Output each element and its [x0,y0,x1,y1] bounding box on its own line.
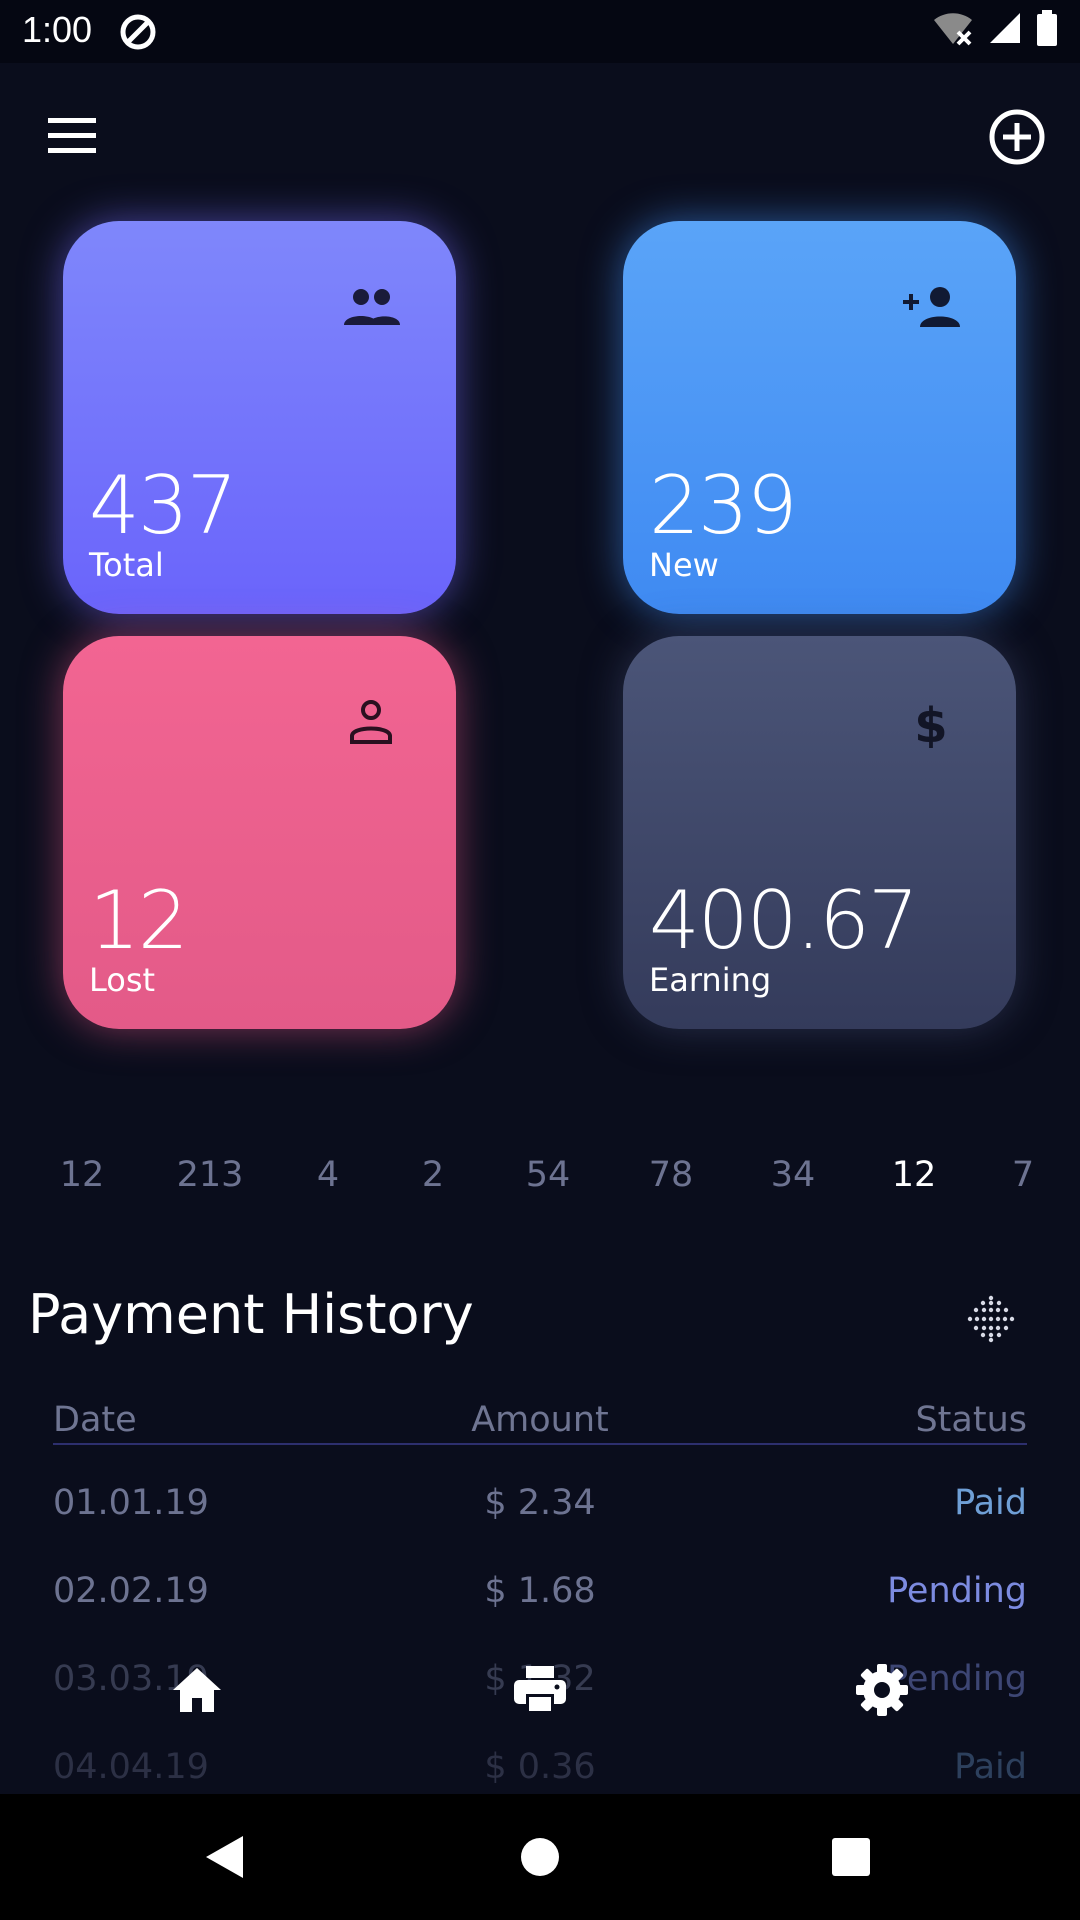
card-value: 400.67 [649,874,919,967]
menu-icon[interactable] [46,112,102,162]
column-header-amount: Amount [471,1400,609,1440]
home-button-icon[interactable] [515,1832,565,1882]
svg-text:$: $ [914,698,947,748]
status-icons [932,10,1058,46]
card-earning[interactable]: $ 400.67 Earning [623,636,1016,1029]
row-date: 04.04.19 [53,1747,209,1787]
table-row[interactable]: 02.02.19 $ 1.68 Pending [53,1533,1027,1621]
home-icon[interactable] [167,1660,227,1720]
person-add-icon [903,287,960,327]
table-header: Date Amount Status [53,1400,1027,1445]
card-label: Lost [89,961,156,999]
number-item[interactable]: 4 [317,1155,339,1195]
bottom-nav [0,1660,1080,1740]
cell-signal-icon [990,13,1020,43]
settings-icon[interactable] [852,1660,912,1720]
number-item[interactable]: 78 [649,1155,694,1195]
row-amount: $ 1.68 [484,1571,596,1611]
column-header-date: Date [53,1400,137,1440]
wifi-off-icon [934,13,972,46]
row-date: 01.01.19 [53,1483,209,1523]
row-amount: $ 2.34 [484,1483,596,1523]
card-label: New [649,546,719,584]
number-item-selected[interactable]: 12 [892,1155,937,1195]
print-icon[interactable] [510,1660,570,1720]
dollar-icon: $ [914,698,947,748]
row-amount: $ 0.36 [484,1747,596,1787]
card-value: 239 [649,459,798,552]
number-item[interactable]: 213 [177,1155,244,1195]
battery-icon [1037,10,1057,46]
number-item[interactable]: 34 [771,1155,816,1195]
card-lost[interactable]: 12 Lost [63,636,456,1029]
group-icon [344,289,400,325]
system-navigation-bar [0,1794,1080,1920]
column-header-status: Status [915,1400,1027,1440]
recents-icon[interactable] [826,1832,876,1882]
table-row[interactable]: 01.01.19 $ 2.34 Paid [53,1445,1027,1533]
number-item[interactable]: 12 [60,1155,105,1195]
card-value: 437 [89,459,238,552]
number-item[interactable]: 2 [422,1155,444,1195]
row-date: 02.02.19 [53,1571,209,1611]
row-status: Paid [954,1483,1027,1523]
status-time: 1:00 [22,9,93,50]
add-circle-icon[interactable] [988,108,1046,166]
card-new[interactable]: 239 New [623,221,1016,614]
row-status: Pending [887,1571,1027,1611]
status-bar: 1:00 [0,0,1080,63]
number-item[interactable]: 54 [526,1155,571,1195]
section-title: Payment History [28,1283,474,1346]
row-status: Paid [954,1747,1027,1787]
card-value: 12 [89,874,189,967]
back-icon[interactable] [200,1832,250,1882]
card-label: Total [89,546,164,584]
dots-grid-icon[interactable] [964,1292,1018,1346]
card-total[interactable]: 437 Total [63,221,456,614]
person-outline-icon [350,700,392,744]
number-selector[interactable]: 12 213 4 2 54 78 34 12 7 [0,1155,1080,1205]
data-saver-icon [120,14,156,50]
card-label: Earning [649,961,772,999]
number-item[interactable]: 7 [1012,1155,1034,1195]
